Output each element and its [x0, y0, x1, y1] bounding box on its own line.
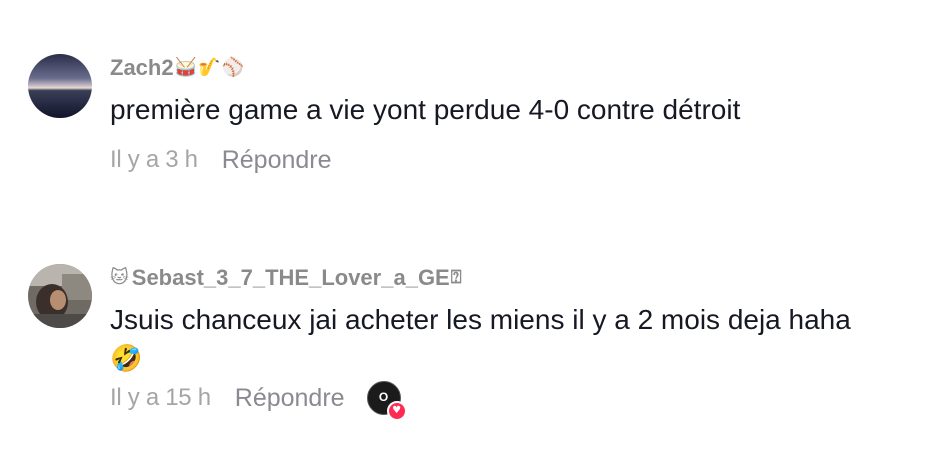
avatar[interactable]: [28, 264, 92, 328]
rolling-laughing-icon: 🤣: [110, 344, 143, 374]
comment-username[interactable]: 🐱 Sebast_3_7_THE_Lover_a_GE ⍰: [110, 264, 918, 292]
reply-button[interactable]: Répondre: [235, 382, 345, 414]
comment-text: Jsuis chanceux jai acheter les miens il …: [110, 300, 918, 376]
comment-username[interactable]: Zach2 🥁 🎷 ⚾: [110, 54, 918, 82]
avatar[interactable]: [28, 54, 92, 118]
comment-meta: Il y a 15 h Répondre O ♥: [110, 381, 918, 421]
reply-button[interactable]: Répondre: [222, 144, 332, 176]
baseball-icon: ⚾: [221, 57, 244, 78]
heart-icon: ♥: [386, 401, 407, 421]
drum-icon: 🥁: [174, 57, 198, 78]
cat-icon: 🐱: [110, 267, 129, 288]
missing-glyph-icon: ⍰: [450, 267, 462, 288]
avatar-sunset-image: [28, 54, 92, 118]
username-text: Zach2: [110, 55, 174, 80]
username-text: Sebast_3_7_THE_Lover_a_GE: [131, 265, 450, 290]
saxophone-icon: 🎷: [198, 57, 221, 78]
comment-meta: Il y a 3 h Répondre: [110, 144, 918, 176]
comment-text: première game a vie yont perdue 4-0 cont…: [110, 94, 741, 125]
avatar-photo-image: [28, 264, 92, 328]
comment-timestamp: Il y a 3 h: [110, 146, 198, 173]
comment-timestamp: Il y a 15 h: [110, 384, 211, 411]
liked-by-creator-badge: O ♥: [366, 381, 407, 421]
comment-text-line: Jsuis chanceux jai acheter les miens il …: [110, 304, 851, 335]
